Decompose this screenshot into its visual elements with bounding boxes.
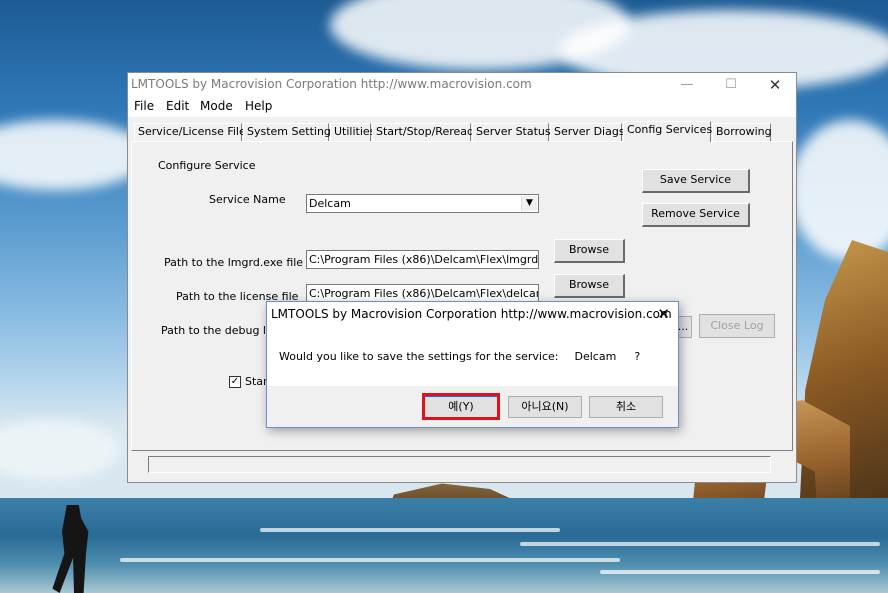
- dialog-button-bar: 예(Y) 아니요(N) 취소: [267, 386, 678, 427]
- menu-edit[interactable]: Edit: [166, 99, 189, 113]
- tab-utilities[interactable]: Utilities: [330, 123, 375, 141]
- configure-service-label: Configure Service: [158, 159, 256, 172]
- lmgrd-path-input[interactable]: C:\Program Files (x86)\Delcam\Flex\lmgrd…: [306, 250, 539, 269]
- cancel-button[interactable]: 취소: [589, 396, 663, 418]
- service-name-value: Delcam: [309, 197, 351, 210]
- browse-lmgrd-button[interactable]: Browse: [554, 239, 625, 263]
- status-bar: [148, 456, 771, 473]
- lmgrd-path-label: Path to the lmgrd.exe file: [164, 256, 304, 269]
- no-button[interactable]: 아니요(N): [508, 396, 582, 418]
- tab-start-stop-reread[interactable]: Start/Stop/Reread: [372, 123, 474, 141]
- start-checkbox[interactable]: ✓: [229, 376, 241, 388]
- title-bar[interactable]: LMTOOLS by Macrovision Corporation http:…: [128, 73, 796, 97]
- dialog-close-icon[interactable]: ✕: [657, 305, 670, 323]
- remove-service-button[interactable]: Remove Service: [642, 203, 750, 227]
- tab-borrowing[interactable]: Borrowing: [712, 123, 772, 141]
- dialog-message-text: Would you like to save the settings for …: [279, 350, 559, 363]
- menu-file[interactable]: File: [134, 99, 154, 113]
- menu-mode[interactable]: Mode: [200, 99, 233, 113]
- tab-service-license-file[interactable]: Service/License File: [134, 123, 246, 141]
- save-confirm-dialog: LMTOOLS by Macrovision Corporation http:…: [266, 301, 679, 428]
- tab-system-settings[interactable]: System Settings: [243, 123, 337, 141]
- service-name-label: Service Name: [209, 193, 286, 206]
- tab-config-services[interactable]: Config Services: [623, 121, 712, 142]
- dialog-question-mark: ?: [634, 350, 641, 363]
- menu-bar: File Edit Mode Help: [128, 97, 796, 117]
- save-service-button[interactable]: Save Service: [642, 169, 750, 193]
- yes-button[interactable]: 예(Y): [424, 396, 498, 418]
- tab-server-status[interactable]: Server Status: [472, 123, 551, 141]
- dialog-message: Would you like to save the settings for …: [279, 350, 640, 363]
- minimize-button[interactable]: —: [665, 73, 709, 97]
- close-log-button[interactable]: Close Log: [699, 314, 775, 338]
- chevron-down-icon[interactable]: ▼: [521, 196, 537, 211]
- menu-help[interactable]: Help: [245, 99, 272, 113]
- maximize-button[interactable]: ☐: [709, 73, 753, 97]
- debug-log-label: Path to the debug log: [161, 324, 280, 337]
- window-title: LMTOOLS by Macrovision Corporation http:…: [131, 77, 532, 91]
- dialog-service-name: Delcam: [574, 350, 617, 363]
- dialog-title: LMTOOLS by Macrovision Corporation http:…: [271, 307, 672, 321]
- close-button[interactable]: ✕: [753, 73, 797, 97]
- browse-license-button[interactable]: Browse: [554, 274, 625, 298]
- tab-server-diags[interactable]: Server Diags: [550, 123, 625, 141]
- service-name-combobox[interactable]: Delcam ▼: [306, 194, 539, 213]
